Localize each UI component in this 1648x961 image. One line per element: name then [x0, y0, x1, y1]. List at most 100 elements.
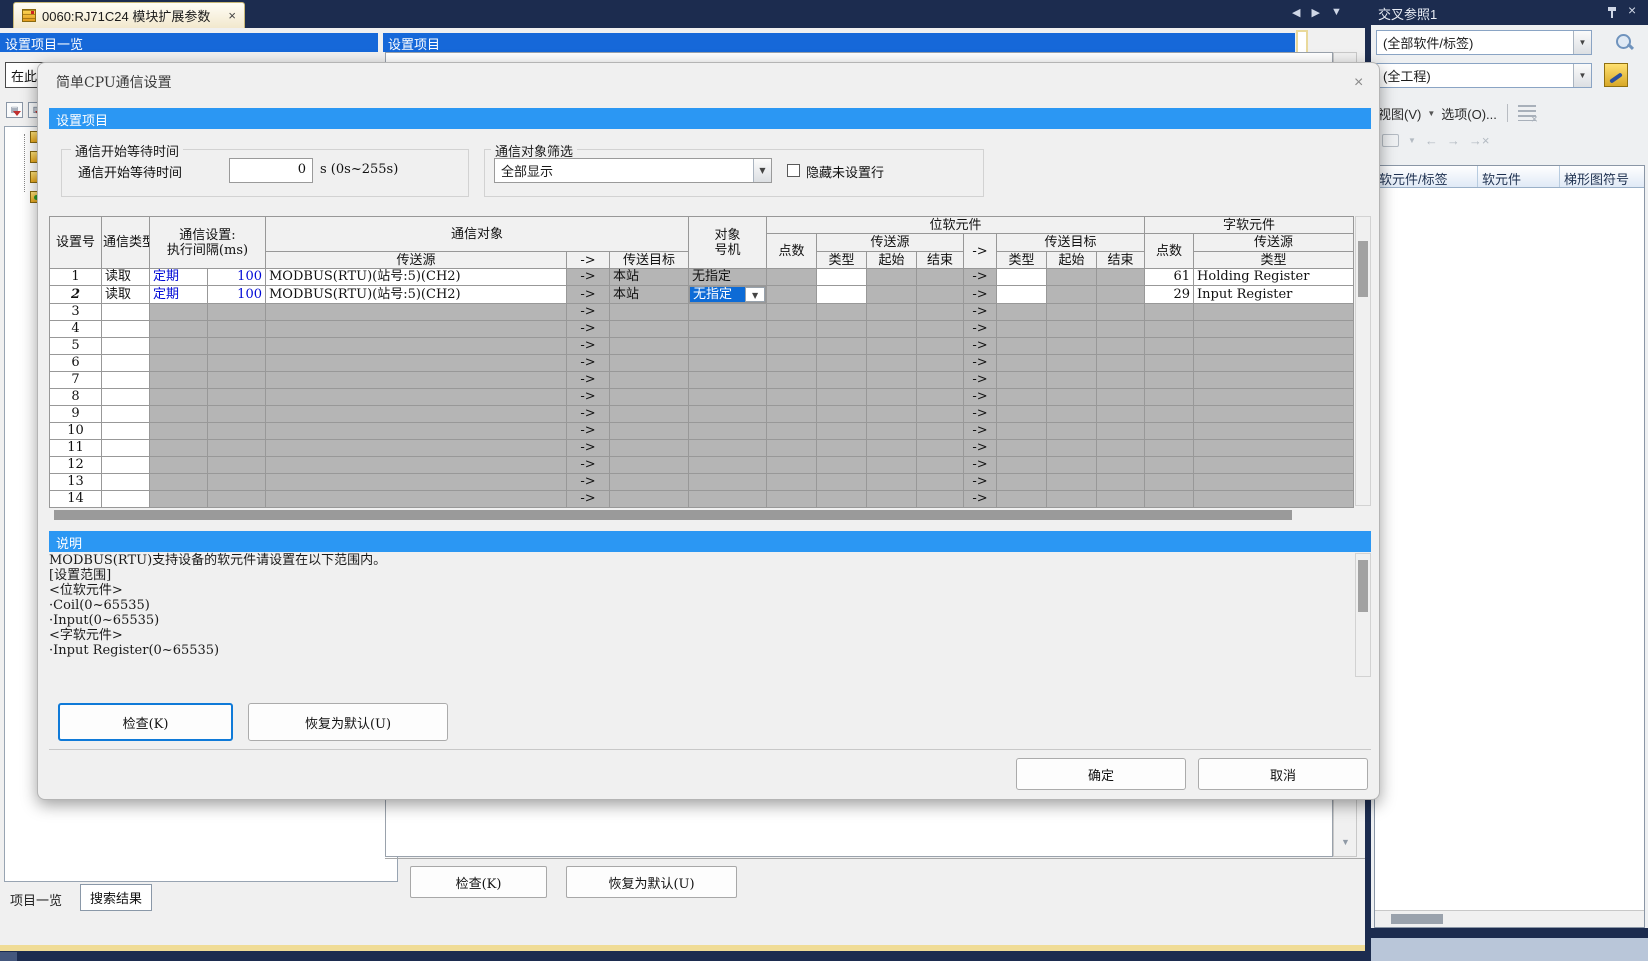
cell-comm-setting[interactable] — [150, 355, 208, 372]
cell-bit-points[interactable] — [767, 491, 817, 508]
cell-transfer-dst[interactable] — [610, 321, 689, 338]
cell-arrow[interactable]: -> — [567, 355, 610, 372]
cell-bit-points[interactable] — [767, 389, 817, 406]
cell-bit-src-type[interactable] — [817, 355, 867, 372]
cell-exec-interval[interactable] — [208, 457, 266, 474]
cell-comm-type[interactable] — [102, 440, 150, 457]
cell-bit-arrow[interactable]: -> — [964, 355, 997, 372]
cell-bit-dst-type[interactable] — [997, 304, 1047, 321]
cell-comm-setting[interactable] — [150, 338, 208, 355]
cell-setting-no[interactable]: 11 — [50, 440, 102, 457]
cell-target-no[interactable] — [689, 372, 767, 389]
cell-bit-src-start[interactable] — [867, 474, 917, 491]
cell-transfer-dst[interactable] — [610, 457, 689, 474]
tree-collapse-filter-icon[interactable]: ▤ — [6, 102, 23, 118]
header-bit-dst-type[interactable]: 类型 — [997, 252, 1047, 269]
cell-bit-dst-start[interactable] — [1047, 406, 1097, 423]
cell-bit-src-type[interactable] — [817, 286, 867, 304]
cell-bit-points[interactable] — [767, 372, 817, 389]
cell-comm-type[interactable] — [102, 304, 150, 321]
cell-bit-src-start[interactable] — [867, 406, 917, 423]
cell-bit-src-type[interactable] — [817, 321, 867, 338]
cell-target-no[interactable] — [689, 457, 767, 474]
cell-bit-src-start[interactable] — [867, 269, 917, 286]
header-comm-arrow[interactable]: -> — [567, 252, 610, 269]
tab-project-list[interactable]: 项目一览 — [10, 890, 62, 909]
cell-setting-no[interactable]: 6 — [50, 355, 102, 372]
cell-comm-setting[interactable] — [150, 372, 208, 389]
cell-bit-src-type[interactable] — [817, 372, 867, 389]
cell-exec-interval[interactable] — [208, 321, 266, 338]
cell-word-points[interactable] — [1145, 457, 1194, 474]
cell-bit-src-end[interactable] — [917, 423, 964, 440]
cell-word-type[interactable] — [1194, 491, 1354, 508]
cell-transfer-src[interactable] — [266, 338, 567, 355]
cell-target-no[interactable] — [689, 304, 767, 321]
cell-bit-src-start[interactable] — [867, 286, 917, 304]
combo-arrow-icon[interactable]: ▼ — [753, 159, 771, 182]
cell-bit-points[interactable] — [767, 321, 817, 338]
view-menu[interactable]: 视图(V) — [1378, 104, 1421, 123]
cell-target-no[interactable] — [689, 406, 767, 423]
cell-setting-no[interactable]: 3 — [50, 304, 102, 321]
cell-bit-src-end[interactable] — [917, 474, 964, 491]
cell-bit-dst-start[interactable] — [1047, 423, 1097, 440]
cell-bit-src-type[interactable] — [817, 304, 867, 321]
header-comm-src[interactable]: 传送源 — [266, 252, 567, 269]
column-device-label[interactable]: 软元件/标签 — [1375, 166, 1478, 187]
cell-exec-interval[interactable] — [208, 474, 266, 491]
cell-bit-dst-start[interactable] — [1047, 286, 1097, 304]
cell-bit-src-start[interactable] — [867, 423, 917, 440]
cell-bit-arrow[interactable]: -> — [964, 286, 997, 304]
cell-word-points[interactable] — [1145, 321, 1194, 338]
cell-bit-src-type[interactable] — [817, 269, 867, 286]
cell-bit-dst-start[interactable] — [1047, 355, 1097, 372]
cell-bit-dst-start[interactable] — [1047, 372, 1097, 389]
cell-bit-dst-start[interactable] — [1047, 304, 1097, 321]
restore-default-button[interactable]: 恢复为默认(U) — [248, 703, 448, 741]
cell-target-no[interactable] — [689, 355, 767, 372]
cell-bit-dst-type[interactable] — [997, 372, 1047, 389]
cell-word-points[interactable] — [1145, 389, 1194, 406]
cell-bit-dst-end[interactable] — [1097, 355, 1145, 372]
header-bit-arrow[interactable]: -> — [964, 234, 997, 269]
header-word-src[interactable]: 传送源 — [1194, 234, 1354, 252]
cell-bit-arrow[interactable]: -> — [964, 321, 997, 338]
cell-bit-dst-start[interactable] — [1047, 491, 1097, 508]
cell-bit-dst-end[interactable] — [1097, 304, 1145, 321]
cell-bit-dst-type[interactable] — [997, 406, 1047, 423]
cell-target-no[interactable] — [689, 423, 767, 440]
cell-arrow[interactable]: -> — [567, 491, 610, 508]
document-tab[interactable]: 0060:RJ71C24 模块扩展参数 × — [13, 2, 245, 28]
cell-setting-no[interactable]: 1 — [50, 269, 102, 286]
cell-comm-type[interactable] — [102, 423, 150, 440]
scope-filter-combo[interactable]: (全工程) ▼ — [1376, 63, 1592, 88]
cell-bit-src-start[interactable] — [867, 372, 917, 389]
cell-word-points[interactable] — [1145, 338, 1194, 355]
cell-word-points[interactable] — [1145, 440, 1194, 457]
cell-setting-no[interactable]: 12 — [50, 457, 102, 474]
hide-unset-rows-checkbox[interactable] — [787, 164, 800, 177]
scrollbar-thumb[interactable] — [1391, 914, 1443, 924]
header-bit-dst-end[interactable]: 结束 — [1097, 252, 1145, 269]
cell-target-no[interactable] — [689, 389, 767, 406]
cell-arrow[interactable]: -> — [567, 474, 610, 491]
cell-bit-dst-type[interactable] — [997, 269, 1047, 286]
cell-bit-arrow[interactable]: -> — [964, 474, 997, 491]
cell-bit-src-start[interactable] — [867, 457, 917, 474]
panel-close-icon[interactable]: × — [1628, 2, 1636, 18]
cell-bit-src-type[interactable] — [817, 491, 867, 508]
scroll-left-icon[interactable]: ◀ — [1292, 6, 1300, 19]
cell-exec-interval[interactable] — [208, 372, 266, 389]
cell-bit-points[interactable] — [767, 355, 817, 372]
cell-bit-src-start[interactable] — [867, 304, 917, 321]
cell-arrow[interactable]: -> — [567, 372, 610, 389]
column-ladder-symbol[interactable]: 梯形图符号 — [1560, 166, 1644, 187]
cell-word-points[interactable] — [1145, 423, 1194, 440]
cell-bit-src-end[interactable] — [917, 338, 964, 355]
cell-bit-dst-end[interactable] — [1097, 338, 1145, 355]
cell-bit-arrow[interactable]: -> — [964, 269, 997, 286]
cell-setting-no[interactable]: 2 — [50, 286, 102, 304]
cell-comm-type[interactable] — [102, 406, 150, 423]
condition-setting-icon[interactable] — [1604, 63, 1628, 87]
